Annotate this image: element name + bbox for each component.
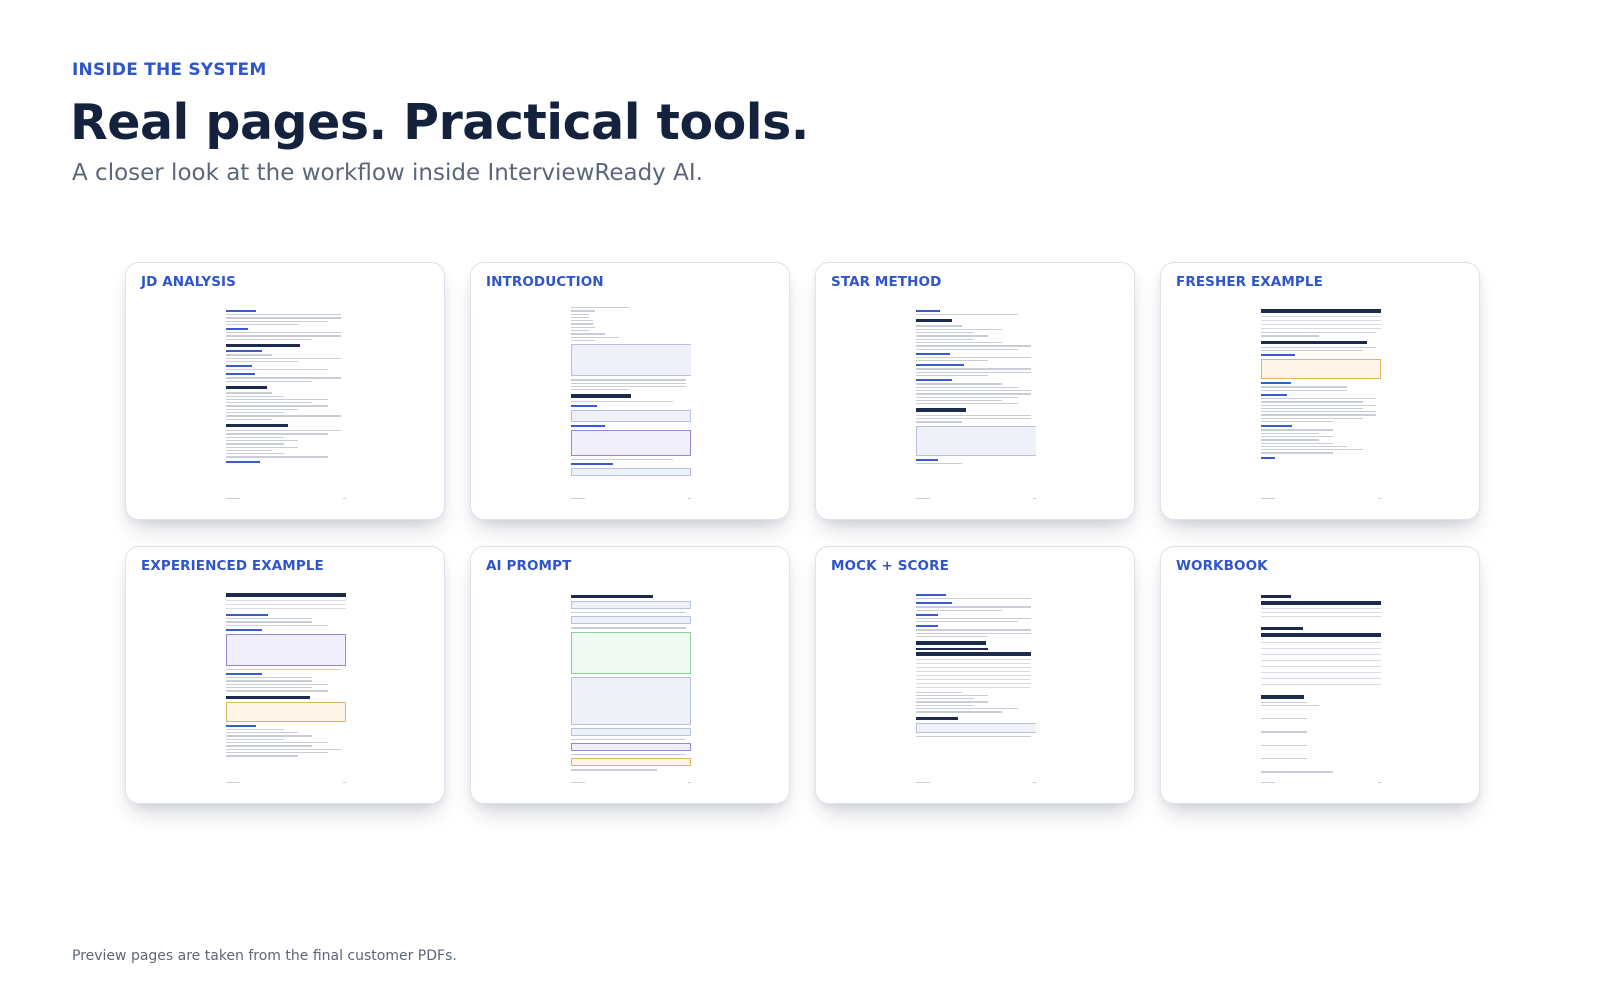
page-thumbnail xyxy=(571,591,691,783)
preview-card-ai-prompt[interactable]: AI PROMPT xyxy=(470,546,790,804)
page-thumbnail xyxy=(226,591,346,783)
page-thumbnail xyxy=(1261,591,1381,783)
preview-card-introduction[interactable]: INTRODUCTION xyxy=(470,262,790,520)
page-thumbnail xyxy=(1261,307,1381,499)
card-label: MOCK + SCORE xyxy=(831,558,949,574)
preview-card-fresher-example[interactable]: FRESHER EXAMPLE xyxy=(1160,262,1480,520)
card-label: AI PROMPT xyxy=(486,558,572,574)
card-label: WORKBOOK xyxy=(1176,558,1268,574)
card-label: STAR METHOD xyxy=(831,274,942,290)
preview-card-experienced-example[interactable]: EXPERIENCED EXAMPLE xyxy=(125,546,445,804)
preview-card-workbook[interactable]: WORKBOOK xyxy=(1160,546,1480,804)
card-label: EXPERIENCED EXAMPLE xyxy=(141,558,324,574)
page-thumbnail xyxy=(916,591,1036,783)
footnote: Preview pages are taken from the final c… xyxy=(72,948,457,964)
preview-card-jd-analysis[interactable]: JD ANALYSIS xyxy=(125,262,445,520)
card-label: FRESHER EXAMPLE xyxy=(1176,274,1323,290)
page-subtitle: A closer look at the workflow inside Int… xyxy=(72,160,703,186)
card-label: JD ANALYSIS xyxy=(141,274,236,290)
page-thumbnail xyxy=(916,307,1036,499)
preview-card-mock-score[interactable]: MOCK + SCORE xyxy=(815,546,1135,804)
preview-grid: JD ANALYSIS INTRODUCTION STAR METHOD FRE… xyxy=(125,262,1480,804)
preview-card-star-method[interactable]: STAR METHOD xyxy=(815,262,1135,520)
page-thumbnail xyxy=(226,307,346,499)
page-title: Real pages. Practical tools. xyxy=(70,94,809,151)
page-thumbnail xyxy=(571,307,691,499)
card-label: INTRODUCTION xyxy=(486,274,604,290)
eyebrow-label: INSIDE THE SYSTEM xyxy=(72,60,267,80)
